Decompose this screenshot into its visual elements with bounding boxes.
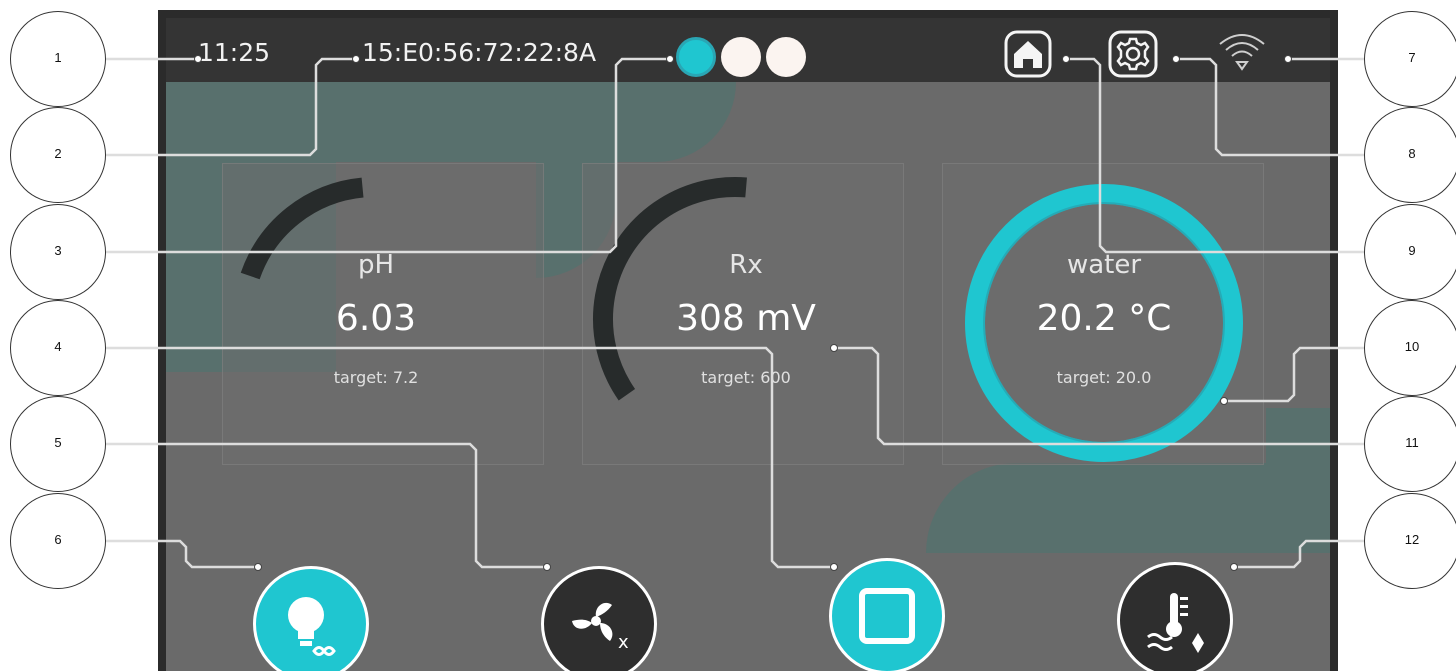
callout-marker: 12 (1364, 493, 1456, 589)
callout-marker: 2 (10, 107, 106, 203)
callout-number: 7 (1408, 50, 1416, 65)
callout-marker: 8 (1364, 107, 1456, 203)
callout-marker: 6 (10, 493, 106, 589)
callout-marker: 3 (10, 204, 106, 300)
callout-marker: 7 (1364, 11, 1456, 107)
callout-number: 4 (54, 339, 62, 354)
callout-marker: 9 (1364, 204, 1456, 300)
callout-number: 1 (54, 50, 62, 65)
callout-marker: 11 (1364, 396, 1456, 492)
callout-marker: 5 (10, 396, 106, 492)
callout-number: 11 (1405, 435, 1419, 450)
callout-number: 5 (54, 435, 62, 450)
callout-marker: 1 (10, 11, 106, 107)
callout-number: 12 (1404, 532, 1420, 547)
callout-marker: 10 (1364, 300, 1456, 396)
callout-number: 2 (54, 146, 62, 161)
callout-number: 6 (54, 532, 62, 547)
callout-leader-lines (106, 55, 1366, 571)
callout-marker: 4 (10, 300, 106, 396)
callout-number: 8 (1408, 146, 1416, 161)
callout-number: 9 (1408, 243, 1416, 258)
callout-number: 3 (54, 243, 62, 258)
callout-number: 10 (1404, 339, 1420, 354)
